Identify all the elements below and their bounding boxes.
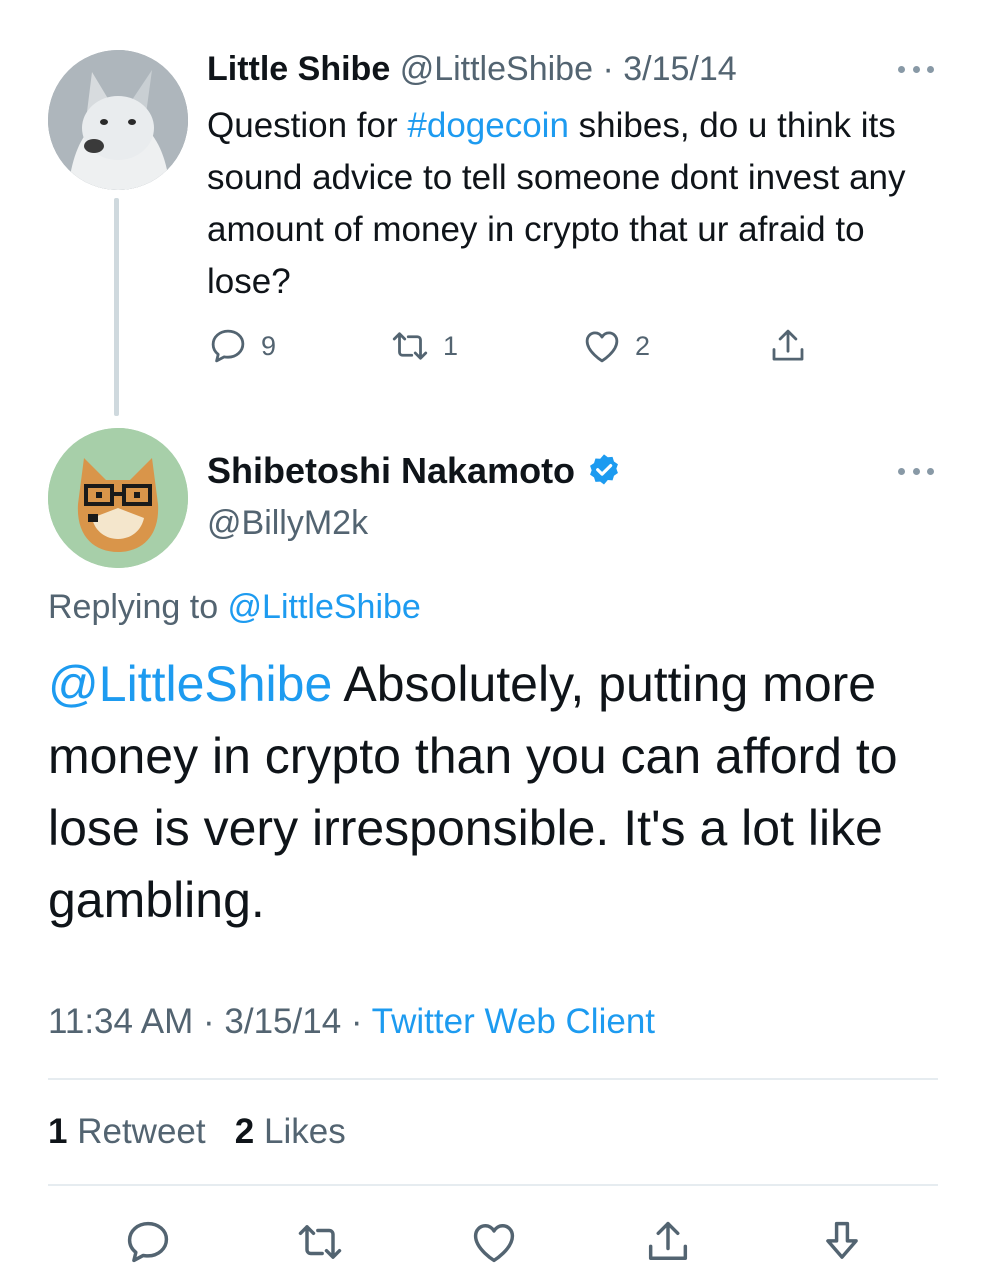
tweet-metadata: 11:34 AM · 3/15/14 · Twitter Web Client xyxy=(48,1000,655,1044)
likes-stat-label: Likes xyxy=(264,1112,346,1151)
tweet-source-link[interactable]: Twitter Web Client xyxy=(372,1002,655,1041)
divider-bottom xyxy=(48,1184,938,1186)
thread-connector-line xyxy=(114,198,119,416)
tweet-action-bar xyxy=(0,1210,986,1274)
retweet-count: 1 xyxy=(443,330,459,361)
retweet-button[interactable]: 1 xyxy=(389,322,458,370)
reply-icon xyxy=(211,329,245,363)
like-icon xyxy=(473,1224,515,1263)
like-button[interactable]: 2 xyxy=(581,322,650,370)
avatar-little-shibe[interactable] xyxy=(48,50,188,190)
reply-button[interactable]: 9 xyxy=(207,322,276,370)
parent-text-before: Question for xyxy=(207,106,408,145)
bottom-like-button[interactable] xyxy=(468,1216,520,1268)
parent-action-bar: 9 1 2 xyxy=(207,322,827,370)
tweet-date[interactable]: 3/15/14 xyxy=(224,1002,341,1041)
avatar-shibetoshi[interactable] xyxy=(48,428,188,568)
likes-stat-count: 2 xyxy=(234,1112,255,1151)
parent-header-separator: · xyxy=(602,50,614,88)
parent-more-icon[interactable] xyxy=(898,64,934,74)
reply-icon xyxy=(127,1221,169,1263)
share-button[interactable] xyxy=(767,322,809,370)
reply-handle[interactable]: @BillyM2k xyxy=(207,502,368,544)
reply-display-name[interactable]: Shibetoshi Nakamoto xyxy=(207,450,575,492)
mention-link[interactable]: @LittleShibe xyxy=(48,656,332,712)
parent-tweet-date[interactable]: 3/15/14 xyxy=(623,50,736,88)
reply-more-icon[interactable] xyxy=(898,466,934,476)
doge-avatar-image xyxy=(48,50,188,190)
pixel-doge-avatar-image xyxy=(48,428,188,568)
retweet-icon xyxy=(298,1225,342,1259)
bottom-share-button[interactable] xyxy=(642,1216,694,1268)
like-icon xyxy=(585,331,619,363)
retweet-stat[interactable]: 1 Retweet xyxy=(48,1112,206,1151)
reply-tweet-text: @LittleShibe Absolutely, putting more mo… xyxy=(48,648,948,936)
bottom-bookmark-button[interactable] xyxy=(816,1216,868,1268)
bookmark-icon xyxy=(826,1221,858,1259)
replying-to-line: Replying to @LittleShibe xyxy=(48,586,421,628)
likes-stat[interactable]: 2 Likes xyxy=(235,1112,346,1151)
bottom-reply-button[interactable] xyxy=(122,1216,174,1268)
engagement-stats: 1 Retweet 2 Likes xyxy=(48,1110,346,1154)
replying-to-link[interactable]: @LittleShibe xyxy=(228,588,421,626)
replying-to-label: Replying to xyxy=(48,588,228,626)
parent-tweet[interactable]: Little Shibe @LittleShibe · 3/15/14 Ques… xyxy=(0,0,986,420)
share-icon xyxy=(648,1221,688,1260)
tweet-time[interactable]: 11:34 AM xyxy=(48,1002,193,1041)
retweet-stat-label: Retweet xyxy=(77,1112,206,1151)
verified-badge-icon xyxy=(590,454,618,485)
divider-top xyxy=(48,1078,938,1080)
reply-count: 9 xyxy=(261,330,277,361)
hashtag-link[interactable]: #dogecoin xyxy=(407,106,569,145)
parent-tweet-text: Question for #dogecoin shibes, do u thin… xyxy=(207,100,927,308)
bottom-retweet-button[interactable] xyxy=(294,1216,346,1268)
retweet-icon xyxy=(392,332,428,360)
like-count: 2 xyxy=(635,330,651,361)
share-icon xyxy=(772,329,804,361)
retweet-stat-count: 1 xyxy=(48,1112,68,1151)
meta-dot-1: · xyxy=(203,1002,215,1041)
parent-tweet-header: Little Shibe @LittleShibe · 3/15/14 xyxy=(207,48,737,90)
parent-handle[interactable]: @LittleShibe xyxy=(400,50,593,88)
reply-display-name-row[interactable]: Shibetoshi Nakamoto xyxy=(207,450,623,492)
meta-dot-2: · xyxy=(350,1002,363,1041)
parent-display-name[interactable]: Little Shibe xyxy=(207,50,390,88)
